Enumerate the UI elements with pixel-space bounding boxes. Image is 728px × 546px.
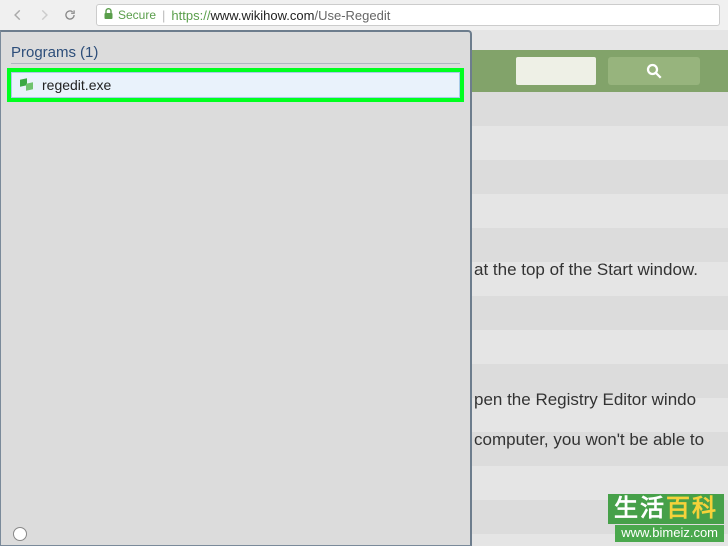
browser-toolbar: Secure | https:// www.wikihow.com /Use-R… bbox=[0, 0, 728, 30]
lock-icon bbox=[103, 8, 114, 23]
url-protocol: https:// bbox=[171, 8, 210, 23]
search-result-label: regedit.exe bbox=[42, 77, 111, 93]
search-icon bbox=[645, 62, 663, 80]
programs-header-label: Programs bbox=[11, 44, 76, 61]
secure-label: Secure bbox=[118, 8, 156, 22]
site-search-button[interactable] bbox=[608, 57, 700, 85]
article-line: pen the Registry Editor windo bbox=[474, 390, 696, 410]
address-bar[interactable]: Secure | https:// www.wikihow.com /Use-R… bbox=[96, 4, 720, 26]
forward-button[interactable] bbox=[34, 5, 54, 25]
watermark: 生活百科 www.bimeiz.com bbox=[608, 494, 724, 542]
back-button[interactable] bbox=[8, 5, 28, 25]
url-path: /Use-Regedit bbox=[314, 8, 390, 23]
article-line: at the top of the Start window. bbox=[474, 260, 698, 280]
tutorial-highlight: regedit.exe bbox=[7, 68, 464, 102]
watermark-title: 生活百科 bbox=[608, 494, 724, 524]
reload-button[interactable] bbox=[60, 5, 80, 25]
article-line: computer, you won't be able to bbox=[474, 430, 704, 450]
start-menu-search-panel: Programs (1) regedit.exe bbox=[0, 30, 472, 546]
programs-header: Programs (1) bbox=[11, 44, 460, 64]
url-divider: | bbox=[162, 8, 165, 23]
site-search-input[interactable] bbox=[516, 57, 596, 85]
see-more-results-radio[interactable] bbox=[13, 527, 27, 541]
regedit-icon bbox=[18, 77, 34, 93]
url-domain: www.wikihow.com bbox=[210, 8, 314, 23]
watermark-url: www.bimeiz.com bbox=[615, 525, 724, 541]
search-result-regedit[interactable]: regedit.exe bbox=[11, 72, 460, 98]
programs-header-count: (1) bbox=[80, 44, 98, 61]
